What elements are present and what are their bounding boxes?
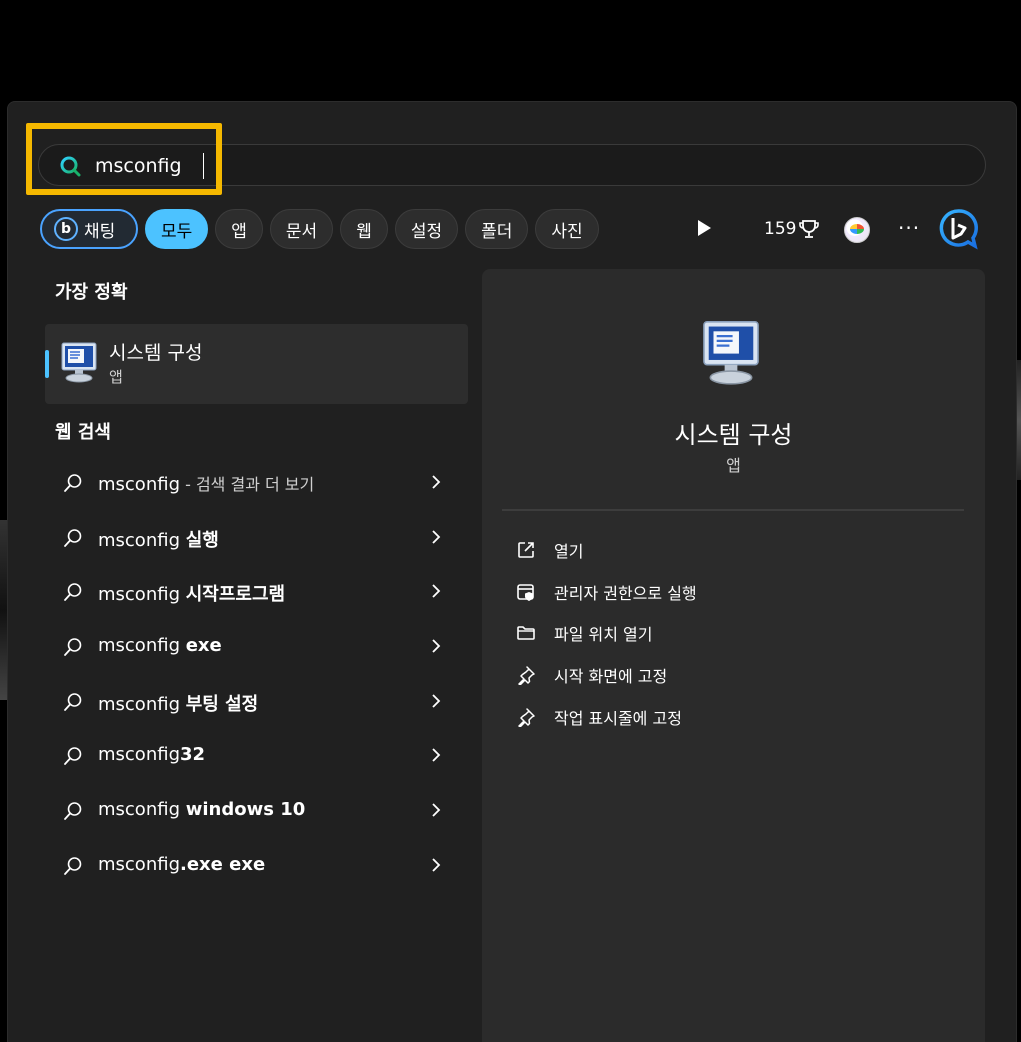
filter-photos[interactable]: 사진 [535,209,599,249]
filter-all[interactable]: 모두 [145,209,209,249]
system-config-icon [703,320,759,385]
web-search-item[interactable]: msconfig windows 10 [45,784,468,839]
play-icon[interactable] [698,220,711,236]
detail-pane: 시스템 구성 앱 열기 관리자 권한으로 실행 파일 위치 열기 시작 화면에 … [482,269,985,1042]
bing-chat-icon: b [54,217,78,241]
chevron-right-icon [432,530,441,544]
search-icon [64,692,82,711]
filter-apps[interactable]: 앱 [215,209,263,249]
action-open-file-location[interactable]: 파일 위치 열기 [512,612,952,654]
search-icon [64,802,82,821]
best-match-heading: 가장 정확 [55,282,128,303]
web-search-text: msconfig 시작프로그램 [98,584,286,606]
action-open[interactable]: 열기 [512,529,952,571]
divider [502,509,964,511]
pin-icon [518,708,535,727]
web-search-heading: 웹 검색 [55,422,111,443]
toolbar-right: 159 ··· [688,208,988,250]
search-icon [64,857,82,875]
trophy-icon[interactable] [798,218,820,240]
bing-icon[interactable] [938,208,980,250]
web-search-text: msconfig 부팅 설정 [98,693,259,715]
chevron-right-icon [432,694,441,708]
open-external-icon [518,542,534,558]
web-search-list: msconfig - 검색 결과 더 보기 msconfig 실행 msconf… [45,456,468,894]
chevron-right-icon [432,639,441,653]
web-search-item[interactable]: msconfig.exe exe [45,839,468,894]
filter-settings[interactable]: 설정 [394,209,459,249]
rewards-points[interactable]: 159 [764,219,796,239]
search-box[interactable] [38,144,986,186]
web-search-text: msconfig exe [98,635,222,657]
action-run-as-admin-label: 관리자 권한으로 실행 [554,583,697,603]
search-icon [64,474,82,492]
filter-chat-label: 채팅 [84,221,116,242]
chevron-right-icon [432,803,441,817]
avatar[interactable] [844,217,870,243]
search-icon [64,638,82,656]
system-config-icon [61,342,97,383]
pin-icon [518,666,535,686]
search-icon [64,583,82,602]
action-pin-to-start-label: 시작 화면에 고정 [554,667,668,687]
action-run-as-admin[interactable]: 관리자 권한으로 실행 [512,571,952,613]
action-pin-to-taskbar-label: 작업 표시줄에 고정 [554,708,682,728]
start-search-panel: b 채팅 모두 앱 문서 웹 설정 폴더 사진 159 ··· [7,101,1017,1042]
action-open-file-location-label: 파일 위치 열기 [554,625,653,645]
web-search-text: msconfig.exe exe [98,853,266,875]
web-search-item[interactable]: msconfig 부팅 설정 [45,675,468,730]
best-match-item[interactable]: 시스템 구성 앱 [45,324,468,404]
shield-run-icon [517,583,534,601]
search-icon [64,528,82,547]
action-pin-to-taskbar[interactable]: 작업 표시줄에 고정 [512,696,952,738]
web-search-text: msconfig 실행 [98,529,219,551]
detail-actions: 열기 관리자 권한으로 실행 파일 위치 열기 시작 화면에 고정 작업 표시줄… [512,529,952,737]
web-search-text: msconfig - 검색 결과 더 보기 [98,474,315,495]
web-search-item[interactable]: msconfig exe [45,620,468,675]
action-open-label: 열기 [554,542,584,561]
web-search-text: msconfig32 [98,744,206,766]
text-caret [203,153,204,179]
web-search-item[interactable]: msconfig - 검색 결과 더 보기 [45,456,468,511]
filter-folders[interactable]: 폴더 [465,209,529,249]
search-input[interactable] [95,151,895,181]
filter-documents[interactable]: 문서 [269,209,334,249]
chevron-right-icon [432,584,441,599]
search-icon [60,156,81,177]
detail-app-type: 앱 [726,456,741,475]
filter-bar: b 채팅 모두 앱 문서 웹 설정 폴더 사진 [40,208,606,250]
best-match-type: 앱 [109,368,123,386]
best-match-name: 시스템 구성 [109,342,203,364]
detail-app-name: 시스템 구성 [674,421,793,449]
folder-icon [517,626,535,641]
search-icon [64,747,82,766]
web-search-item[interactable]: msconfig 시작프로그램 [45,565,468,620]
chevron-right-icon [432,475,441,489]
filter-web[interactable]: 웹 [340,209,388,249]
filter-chat[interactable]: b 채팅 [40,209,138,249]
action-pin-to-start[interactable]: 시작 화면에 고정 [512,654,952,696]
chevron-right-icon [432,748,441,763]
selection-indicator [45,350,49,378]
web-search-item[interactable]: msconfig 실행 [45,511,468,566]
web-search-text: msconfig windows 10 [98,799,306,821]
more-icon[interactable]: ··· [898,216,920,240]
web-search-item[interactable]: msconfig32 [45,729,468,784]
chevron-right-icon [432,858,441,872]
